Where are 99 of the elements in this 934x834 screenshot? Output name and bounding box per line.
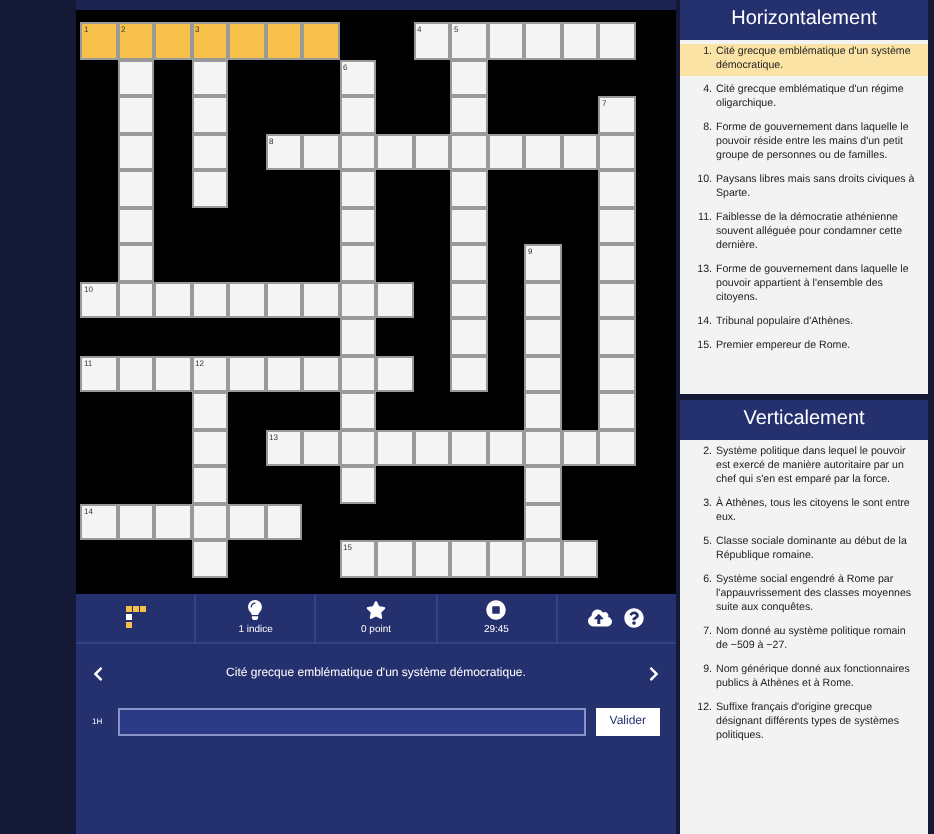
grid-cell[interactable]: [265, 281, 302, 318]
grid-cell[interactable]: [450, 96, 487, 133]
grid-cell[interactable]: [450, 429, 487, 466]
grid-cell[interactable]: [561, 429, 598, 466]
grid-cell[interactable]: [376, 355, 413, 392]
grid-cell[interactable]: [191, 133, 228, 170]
grid-cell[interactable]: [117, 59, 154, 96]
cloud-upload-icon[interactable]: [588, 606, 613, 630]
grid-cell[interactable]: [191, 392, 228, 429]
grid-cell[interactable]: [598, 170, 635, 207]
grid-cell[interactable]: [524, 540, 561, 577]
grid-cell[interactable]: [117, 207, 154, 244]
grid-cell[interactable]: [487, 22, 524, 59]
grid-cell[interactable]: [450, 170, 487, 207]
grid-cell[interactable]: [339, 392, 376, 429]
grid-cell[interactable]: [302, 281, 339, 318]
grid-cell[interactable]: [191, 466, 228, 503]
help-icon[interactable]: [624, 608, 645, 628]
grid-cell[interactable]: [154, 22, 191, 59]
panel-header: Horizontalement: [680, 0, 928, 40]
grid-cell[interactable]: [413, 540, 450, 577]
panel-header: Verticalement: [680, 400, 928, 440]
grid-cell[interactable]: [265, 503, 302, 540]
grid-cell[interactable]: [376, 429, 413, 466]
grid-cell[interactable]: [339, 96, 376, 133]
grid-cell[interactable]: [561, 540, 598, 577]
grid-cell[interactable]: [450, 281, 487, 318]
grid-cell[interactable]: [302, 429, 339, 466]
grid-cell[interactable]: [561, 133, 598, 170]
grid-cell[interactable]: [524, 318, 561, 355]
star-icon: [366, 600, 386, 620]
grid-cell[interactable]: [598, 429, 635, 466]
grid-cell[interactable]: [450, 244, 487, 281]
grid-cell[interactable]: [376, 540, 413, 577]
grid-cell[interactable]: [524, 355, 561, 392]
grid-cell[interactable]: [191, 170, 228, 207]
grid-cell[interactable]: [524, 22, 561, 59]
grid-cell[interactable]: [265, 355, 302, 392]
grid-cell[interactable]: [154, 281, 191, 318]
grid-cell[interactable]: [191, 540, 228, 577]
grid-cell[interactable]: [339, 207, 376, 244]
grid-cell[interactable]: [302, 133, 339, 170]
grid-cell[interactable]: [598, 244, 635, 281]
previous-arrow-icon[interactable]: [92, 666, 104, 682]
grid-cell[interactable]: [598, 355, 635, 392]
grid-cell[interactable]: [117, 355, 154, 392]
grid-cell[interactable]: [524, 133, 561, 170]
grid-cell[interactable]: [191, 59, 228, 96]
lightbulb-icon: [246, 600, 265, 620]
grid-cell[interactable]: [154, 503, 191, 540]
grid-cell[interactable]: [228, 503, 265, 540]
grid-cell[interactable]: [450, 59, 487, 96]
grid-cell[interactable]: [598, 318, 635, 355]
grid-cell[interactable]: [265, 22, 302, 59]
grid-cell[interactable]: [524, 429, 561, 466]
grid-cell[interactable]: [228, 281, 265, 318]
stop-icon: [486, 600, 507, 620]
grid-cell[interactable]: [339, 466, 376, 503]
grid-cell[interactable]: [117, 503, 154, 540]
grid-cell[interactable]: [598, 392, 635, 429]
grid-cell[interactable]: [376, 281, 413, 318]
grid-cell[interactable]: [117, 133, 154, 170]
grid-cell[interactable]: [598, 22, 635, 59]
grid-cell[interactable]: [191, 281, 228, 318]
grid-cell[interactable]: [561, 22, 598, 59]
grid-cell[interactable]: [524, 503, 561, 540]
grid-cell[interactable]: [117, 170, 154, 207]
grid-cell[interactable]: [524, 392, 561, 429]
grid-cell[interactable]: [450, 355, 487, 392]
grid-cell[interactable]: [450, 540, 487, 577]
grid-cell[interactable]: [524, 281, 561, 318]
grid-cell[interactable]: [339, 170, 376, 207]
grid-cell[interactable]: [302, 355, 339, 392]
next-arrow-icon[interactable]: [648, 666, 660, 682]
grid-cell[interactable]: [450, 318, 487, 355]
grid-cell[interactable]: [413, 133, 450, 170]
grid-cell[interactable]: [339, 244, 376, 281]
grid-cell[interactable]: [117, 96, 154, 133]
grid-cell[interactable]: [376, 133, 413, 170]
grid-cell[interactable]: [191, 429, 228, 466]
answer-field[interactable]: [118, 708, 586, 736]
grid-cell[interactable]: [154, 355, 191, 392]
grid-cell[interactable]: [598, 133, 635, 170]
grid-cell[interactable]: [487, 429, 524, 466]
grid-cell[interactable]: [117, 244, 154, 281]
grid-cell[interactable]: [487, 133, 524, 170]
grid-cell[interactable]: [228, 355, 265, 392]
grid-cell[interactable]: [228, 22, 265, 59]
grid-cell[interactable]: [524, 466, 561, 503]
grid-cell[interactable]: [339, 318, 376, 355]
grid-cell[interactable]: [487, 540, 524, 577]
grid-cell[interactable]: [413, 429, 450, 466]
grid-cell[interactable]: [598, 207, 635, 244]
grid-cell[interactable]: [450, 207, 487, 244]
grid-cell[interactable]: [598, 281, 635, 318]
grid-icon: [125, 606, 146, 630]
grid-cell[interactable]: [191, 96, 228, 133]
grid-cell[interactable]: [450, 133, 487, 170]
grid-cell[interactable]: [302, 22, 339, 59]
